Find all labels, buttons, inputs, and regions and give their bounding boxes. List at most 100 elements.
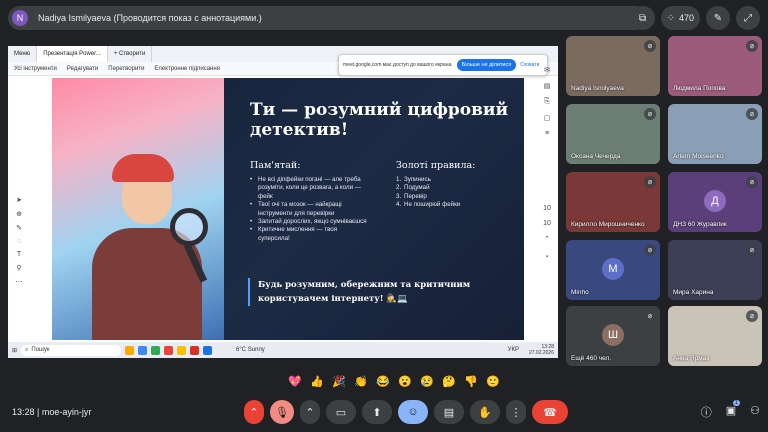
reaction-more-icon[interactable]: 🙂 (484, 372, 502, 390)
windows-start-icon[interactable]: ⊞ (12, 347, 17, 354)
present-icon[interactable]: ⬆ (362, 400, 392, 424)
text-icon[interactable]: T (17, 251, 21, 258)
participant-name: Artem Moiseenko (673, 153, 724, 160)
participant-name: ДНЗ 60 Журавлик (673, 221, 727, 228)
more-tools-icon[interactable]: ⋯ (16, 278, 23, 286)
tab-menu[interactable]: Меню (8, 46, 38, 62)
mic-options-icon[interactable]: ⌃ (244, 400, 264, 424)
scroll-down-icon[interactable]: ⌄ (544, 251, 550, 259)
right-heading: Золоті правила: (396, 160, 476, 171)
participant-name: Мира Харина (673, 289, 714, 296)
language-indicator[interactable]: УКР (508, 347, 519, 353)
weather-widget[interactable]: 6°C Sunny (236, 347, 265, 353)
menu-esign[interactable]: Електронне підписання (154, 66, 219, 72)
expand-icon[interactable]: ⤢ (736, 6, 760, 30)
rule-number: 3. (396, 192, 402, 200)
list-item: Твої очі та мозок — найкращі інструменти… (250, 201, 368, 218)
captions-icon[interactable]: ▤ (434, 400, 464, 424)
left-toolrail: ➤ ⊕ ✎ ◌ T ⚲ ⋯ (12, 196, 26, 286)
participant-tile[interactable]: ⊘ Оксана Чечерда (566, 104, 660, 164)
annotate-icon[interactable]: ✎ (706, 6, 730, 30)
taskbar-clock[interactable]: 13:28 27.02.2026 (529, 344, 554, 356)
presenter-label: Nadiya Ismilyaeva (Проводится показ с ан… (38, 13, 262, 23)
chat-icon[interactable]: ▣ 1 (726, 400, 741, 420)
participant-name: Оксана Чечерда (571, 153, 621, 160)
left-heading: Пам'ятай: (250, 160, 301, 171)
participant-tile[interactable]: M ⊘ Minho (566, 240, 660, 300)
reaction-surprised-icon[interactable]: 😮 (396, 372, 414, 390)
lasso-icon[interactable]: ◌ (17, 238, 21, 245)
page-icon[interactable]: ▢ (544, 114, 551, 122)
participant-tile[interactable]: Д ⊘ ДНЗ 60 Журавлик (668, 172, 762, 232)
participant-tile[interactable]: ⊘ Мира Харина (668, 240, 762, 300)
participant-tile[interactable]: ⊘ Artem Moiseenko (668, 104, 762, 164)
app-icon[interactable] (151, 345, 161, 355)
stop-sharing-button[interactable]: Більше не ділитися (456, 59, 517, 71)
reaction-thumbs-down-icon[interactable]: 👎 (462, 372, 480, 390)
people-icon[interactable]: ⚇ (750, 404, 760, 420)
participant-tile[interactable]: ⊘ Анна Ярмак (668, 306, 762, 366)
reaction-thumbs-up-icon[interactable]: 👍 (308, 372, 326, 390)
meeting-time: 13:28 (12, 407, 35, 417)
menu-convert[interactable]: Перетворити (108, 66, 144, 72)
app-icon[interactable] (138, 345, 148, 355)
reaction-party-icon[interactable]: 🎉 (330, 372, 348, 390)
attach-icon[interactable]: ⎘ (544, 98, 550, 106)
participant-avatar: Д (704, 190, 726, 212)
slide-title: Ти — розумний цифровий детектив! (250, 100, 509, 140)
taskbar-search[interactable]: ⌕ Пошук (21, 344, 122, 356)
raise-hand-icon[interactable]: ✋ (470, 400, 500, 424)
stamp-icon[interactable]: ⚲ (16, 264, 21, 272)
mic-muted-icon: ⊘ (746, 244, 758, 256)
app-icon[interactable] (203, 345, 213, 355)
hide-button[interactable]: Сховати (520, 62, 539, 68)
menu-all-tools[interactable]: Усі інструменти (14, 66, 57, 72)
tab-new[interactable]: + Створити (108, 46, 153, 62)
app-icon[interactable] (164, 345, 174, 355)
chat-badge: 1 (732, 400, 741, 406)
meeting-controls: 13:28 | moe-ayin-jyr ⌃ 🎙 ⌃ ▭ ⬆ ☺ ▤ ✋ ⋮ ☎… (0, 400, 768, 424)
mic-off-icon[interactable]: 🎙 (270, 400, 294, 424)
right-toolrail: ✉ ▤ ⎘ ▢ ≡ 10 10 ⌃ ⌄ (540, 66, 554, 259)
cursor-icon[interactable]: ➤ (16, 196, 22, 204)
pen-icon[interactable]: ✎ (16, 224, 22, 232)
menu-edit[interactable]: Редагувати (67, 66, 98, 72)
reaction-sad-icon[interactable]: 😢 (418, 372, 436, 390)
participant-tile[interactable]: Ш ⊘ Ещё 460 чел. (566, 306, 660, 366)
emoji-icon[interactable]: ☺ (398, 400, 428, 424)
camera-icon[interactable]: ▭ (326, 400, 356, 424)
page-total: 10 (543, 220, 551, 227)
participant-tile[interactable]: ⊘ Людмила Попова (668, 36, 762, 96)
camera-options-icon[interactable]: ⌃ (300, 400, 320, 424)
windows-taskbar: ⊞ ⌕ Пошук 6°C Sunny УКР 13:28 27.02.2026 (8, 342, 558, 358)
presenter-banner: N Nadiya Ismilyaeva (Проводится показ с … (8, 6, 648, 30)
screen-share-icon[interactable]: ⧉ (630, 6, 655, 30)
bookmark-icon[interactable]: ▤ (544, 82, 551, 90)
participant-tile[interactable]: ⊘ Nadiya Ismilyaeva (566, 36, 660, 96)
participant-tile[interactable]: ⊘ Кирилло Мирошниченко (566, 172, 660, 232)
participant-name: Кирилло Мирошниченко (571, 221, 645, 228)
scroll-up-icon[interactable]: ⌃ (544, 235, 550, 243)
presenter-avatar: N (12, 10, 28, 26)
participants-count[interactable]: ⁘ 470 (660, 6, 700, 30)
comment-icon[interactable]: ✉ (544, 66, 550, 74)
reaction-clap-icon[interactable]: 👏 (352, 372, 370, 390)
rule-number: 4. (396, 201, 402, 209)
reaction-laugh-icon[interactable]: 😂 (374, 372, 392, 390)
page-number: 10 (543, 205, 551, 212)
app-icon[interactable] (177, 345, 187, 355)
reaction-heart-icon[interactable]: 💖 (286, 372, 304, 390)
participant-name: Людмила Попова (673, 85, 726, 92)
info-icon[interactable]: ⓘ (701, 404, 712, 420)
zoom-icon[interactable]: ⊕ (16, 210, 22, 218)
hangup-icon[interactable]: ☎ (532, 400, 568, 424)
reaction-thinking-icon[interactable]: 🤔 (440, 372, 458, 390)
mic-muted-icon: ⊘ (644, 176, 656, 188)
top-right-controls: ⧉ ⁘ 470 ✎ ⤢ (630, 6, 760, 30)
tab-presentation[interactable]: Презентація Power... (37, 46, 108, 62)
app-icon[interactable] (125, 345, 135, 355)
participant-name: Ещё 460 чел. (571, 355, 612, 362)
app-icon[interactable] (190, 345, 200, 355)
layers-icon[interactable]: ≡ (545, 130, 549, 137)
more-icon[interactable]: ⋮ (506, 400, 526, 424)
